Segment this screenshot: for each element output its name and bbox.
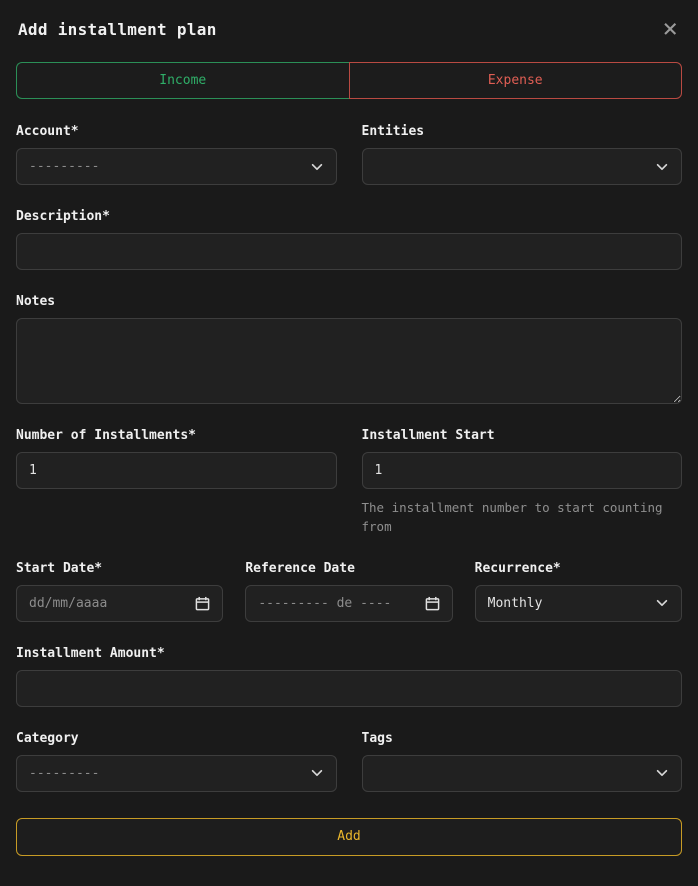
notes-field-group: Notes <box>16 294 682 404</box>
notes-label: Notes <box>16 294 682 309</box>
entities-label: Entities <box>362 124 683 139</box>
reference-date-placeholder: --------- de ---- <box>258 596 416 611</box>
category-tags-row: Category --------- Tags <box>16 731 682 792</box>
tags-field-group: Tags <box>362 731 683 792</box>
entities-field-group: Entities <box>362 124 683 185</box>
start-date-placeholder: dd/mm/aaaa <box>29 596 187 611</box>
add-installment-plan-modal: Add installment plan × Income Expense Ac… <box>0 0 698 872</box>
installment-amount-label: Installment Amount* <box>16 646 682 661</box>
description-input[interactable] <box>16 233 682 270</box>
account-select-value: --------- <box>29 159 302 174</box>
account-entities-row: Account* --------- Entities <box>16 124 682 185</box>
tags-label: Tags <box>362 731 683 746</box>
reference-date-label: Reference Date <box>245 561 452 576</box>
calendar-icon <box>425 596 440 611</box>
start-date-label: Start Date* <box>16 561 223 576</box>
reference-date-field-group: Reference Date --------- de ---- <box>245 561 452 622</box>
chevron-down-icon <box>655 160 669 174</box>
installment-start-label: Installment Start <box>362 428 683 443</box>
calendar-icon <box>195 596 210 611</box>
chevron-down-icon <box>310 766 324 780</box>
dates-recurrence-row: Start Date* dd/mm/aaaa Reference Date --… <box>16 561 682 622</box>
recurrence-label: Recurrence* <box>475 561 682 576</box>
start-date-field-group: Start Date* dd/mm/aaaa <box>16 561 223 622</box>
chevron-down-icon <box>655 596 669 610</box>
account-label: Account* <box>16 124 337 139</box>
description-field-group: Description* <box>16 209 682 270</box>
account-field-group: Account* --------- <box>16 124 337 185</box>
installment-start-field-group: Installment Start The installment number… <box>362 428 683 537</box>
num-installments-field-group: Number of Installments* <box>16 428 337 537</box>
tags-select[interactable] <box>362 755 683 792</box>
num-installments-input[interactable] <box>16 452 337 489</box>
installment-start-input[interactable] <box>362 452 683 489</box>
installments-row: Number of Installments* Installment Star… <box>16 428 682 537</box>
add-button[interactable]: Add <box>16 818 682 856</box>
chevron-down-icon <box>655 766 669 780</box>
recurrence-select-value: Monthly <box>488 596 647 611</box>
page-title: Add installment plan <box>18 20 217 39</box>
num-installments-label: Number of Installments* <box>16 428 337 443</box>
recurrence-field-group: Recurrence* Monthly <box>475 561 682 622</box>
category-select[interactable]: --------- <box>16 755 337 792</box>
recurrence-select[interactable]: Monthly <box>475 585 682 622</box>
installment-start-help: The installment number to start counting… <box>362 498 683 537</box>
notes-textarea[interactable] <box>16 318 682 404</box>
transaction-type-toggle: Income Expense <box>16 62 682 99</box>
category-label: Category <box>16 731 337 746</box>
category-select-value: --------- <box>29 766 302 781</box>
expense-tab[interactable]: Expense <box>349 62 683 99</box>
reference-date-input[interactable]: --------- de ---- <box>245 585 452 622</box>
chevron-down-icon <box>310 160 324 174</box>
account-select[interactable]: --------- <box>16 148 337 185</box>
close-icon[interactable]: × <box>660 16 680 42</box>
installment-amount-field-group: Installment Amount* <box>16 646 682 707</box>
start-date-input[interactable]: dd/mm/aaaa <box>16 585 223 622</box>
category-field-group: Category --------- <box>16 731 337 792</box>
installment-amount-input[interactable] <box>16 670 682 707</box>
description-label: Description* <box>16 209 682 224</box>
entities-select[interactable] <box>362 148 683 185</box>
modal-header: Add installment plan × <box>16 0 682 62</box>
income-tab[interactable]: Income <box>16 62 349 99</box>
